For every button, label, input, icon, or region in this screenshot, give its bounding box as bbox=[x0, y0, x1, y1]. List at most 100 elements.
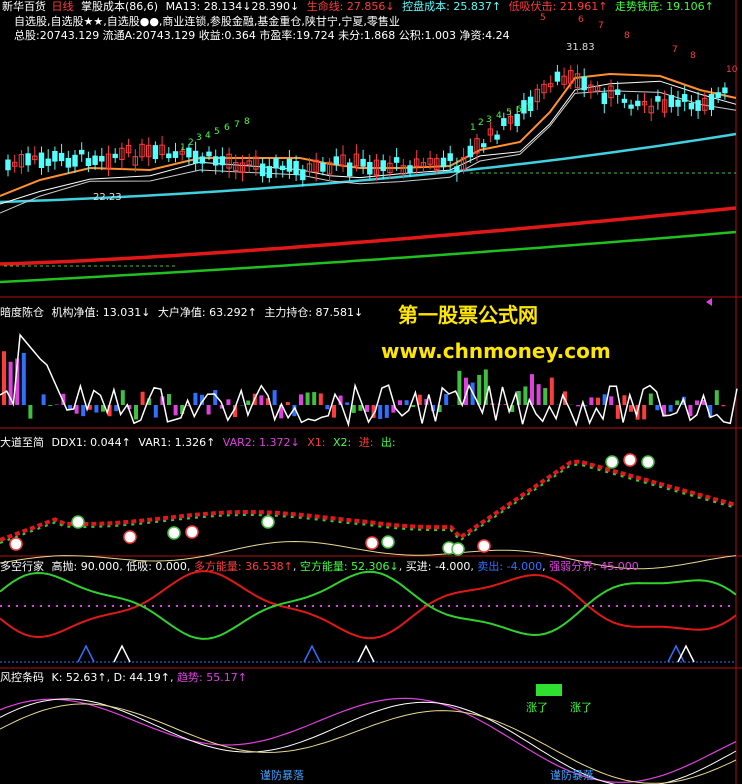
flow-bar bbox=[299, 394, 303, 405]
stock-chart-canvas: 1 2 3 4 5 6 7 81 2 3 4 5 6 75 6787810 bbox=[0, 0, 742, 784]
flow-bar bbox=[411, 405, 416, 408]
count-digit-red: 7 bbox=[672, 45, 678, 55]
ma-value-2: 28.390↓ bbox=[251, 0, 300, 13]
candle-body bbox=[621, 98, 628, 103]
flow-bar bbox=[173, 405, 178, 416]
low-buy-value: 低吸伏击: 21.961↑ bbox=[508, 0, 608, 13]
flow-bar bbox=[589, 397, 594, 405]
panel2-name[interactable]: 暗度陈仓 bbox=[0, 306, 44, 319]
candle-body bbox=[454, 166, 460, 173]
low-price-label: 22.23 bbox=[93, 192, 122, 203]
smiley-icon bbox=[9, 537, 23, 551]
candle-body bbox=[152, 145, 159, 160]
fundamentals-line: 总股:20743.129 流通A:20743.129 收益:0.364 市盈率:… bbox=[14, 29, 510, 42]
control-cost-value: 控盘成本: 25.837↑ bbox=[402, 0, 502, 13]
candle-body bbox=[38, 152, 45, 169]
candle-body bbox=[79, 149, 85, 155]
candle-body bbox=[554, 71, 561, 82]
smiley-icon bbox=[185, 525, 199, 539]
flow-bar bbox=[351, 405, 356, 413]
flow-bar bbox=[655, 405, 660, 411]
candle-body bbox=[293, 161, 299, 176]
bull-energy-line bbox=[0, 570, 737, 640]
candle-body bbox=[72, 154, 78, 167]
count-digit: 3 bbox=[196, 133, 202, 143]
high-sell-value: 高抛: 90.000 bbox=[51, 560, 120, 573]
count-digit: 5 bbox=[214, 127, 220, 137]
ddx1-value: DDX1: 0.044↑ bbox=[51, 436, 131, 449]
count-digit-red: 8 bbox=[624, 31, 630, 41]
candle-body bbox=[688, 102, 695, 110]
chu-value: 出: bbox=[380, 436, 396, 449]
flow-bar bbox=[596, 397, 600, 405]
signal-triangle bbox=[357, 644, 375, 663]
flow-bar bbox=[21, 352, 26, 405]
watermark-url: www.chnmoney.com bbox=[381, 339, 611, 363]
period-label[interactable]: 日线 bbox=[52, 0, 74, 13]
candle-body bbox=[186, 147, 192, 158]
watermark-title: 第一股票公式网 bbox=[398, 303, 538, 327]
candle-body bbox=[440, 157, 447, 168]
candle-body bbox=[393, 157, 400, 163]
flow-bar bbox=[226, 399, 231, 405]
panel4-header: 多空行家 高抛: 90.000, 低吸: 0.000, 多方能量: 36.538… bbox=[0, 560, 639, 573]
smiley-icon bbox=[623, 453, 637, 467]
candle-body bbox=[192, 150, 199, 164]
flow-bar bbox=[675, 400, 680, 405]
flow-bar bbox=[48, 405, 53, 406]
panel3-name[interactable]: 大道至简 bbox=[0, 436, 44, 449]
flow-bar bbox=[318, 393, 323, 405]
selection-tags: 自选股,自选股★★,自选股●●,商业连锁,参股金融,基金重仓,陕甘宁,宁夏,零售… bbox=[14, 15, 400, 28]
bear-energy-value: 空方能量: 52.306↓ bbox=[299, 560, 399, 573]
panel5-name[interactable]: 风控条码 bbox=[0, 671, 44, 684]
panel3-header: 大道至简 DDX1: 0.044↑ VAR1: 1.326↑ VAR2: 1.3… bbox=[0, 437, 396, 449]
count-digit: 7 bbox=[526, 103, 532, 113]
big-net-value: 大户净值: 63.292↑ bbox=[157, 306, 257, 319]
ma13-value: MA13: 28.134↓ bbox=[165, 0, 252, 13]
stock-name[interactable]: 新华百货 bbox=[2, 0, 46, 13]
flow-bar bbox=[668, 405, 673, 412]
sell-out-value: 卖出: -4.000 bbox=[477, 560, 543, 573]
flow-bar bbox=[576, 405, 581, 407]
main-hold-value: 主力持仓: 87.581↓ bbox=[264, 306, 364, 319]
flow-bar bbox=[536, 384, 541, 405]
var2-value: VAR2: 1.372↓ bbox=[222, 436, 300, 449]
inst-net-value: 机构净值: 13.031↓ bbox=[51, 306, 151, 319]
panel5-header: 风控条码 K: 52.63↑, D: 44.19↑, 趋势: 55.17↑ bbox=[0, 671, 247, 684]
flow-bar bbox=[530, 374, 534, 405]
count-digit: 6 bbox=[224, 123, 230, 133]
candle-body bbox=[206, 151, 212, 157]
x1-value: X1: bbox=[307, 436, 326, 449]
flow-bar bbox=[358, 405, 363, 411]
count-digit: 2 bbox=[188, 138, 194, 148]
smiley-icon bbox=[605, 455, 619, 469]
strength-line-value: 强弱分界: 45.000 bbox=[549, 560, 639, 573]
flow-bar bbox=[134, 405, 138, 420]
candle-body bbox=[259, 163, 266, 177]
smiley-icon bbox=[451, 542, 465, 556]
panel4-name[interactable]: 多空行家 bbox=[0, 560, 44, 573]
count-digit: 1 bbox=[470, 123, 476, 133]
d-value: D: 44.19↑ bbox=[113, 671, 171, 684]
flow-bar bbox=[2, 351, 6, 405]
flow-bar bbox=[206, 405, 211, 415]
flow-bar bbox=[695, 400, 699, 405]
candle-body bbox=[360, 158, 366, 167]
count-digit: 1 bbox=[180, 143, 186, 153]
flow-bar bbox=[94, 405, 99, 413]
candle-body bbox=[45, 158, 51, 166]
candle-body bbox=[615, 89, 621, 95]
x2-value: X2: bbox=[332, 436, 352, 449]
candle-body bbox=[407, 165, 413, 174]
count-digit: 6 bbox=[516, 105, 522, 115]
warning-label-1: 谨防暴落 bbox=[260, 769, 304, 782]
count-digit: 3 bbox=[486, 115, 492, 125]
signal-triangle bbox=[113, 644, 131, 663]
candle-body bbox=[715, 92, 721, 98]
candle-body bbox=[25, 153, 31, 166]
flow-bar bbox=[153, 405, 158, 418]
flow-bar bbox=[609, 396, 614, 405]
candle-body bbox=[99, 155, 105, 162]
flow-bar bbox=[384, 405, 389, 418]
candle-body bbox=[481, 143, 487, 148]
